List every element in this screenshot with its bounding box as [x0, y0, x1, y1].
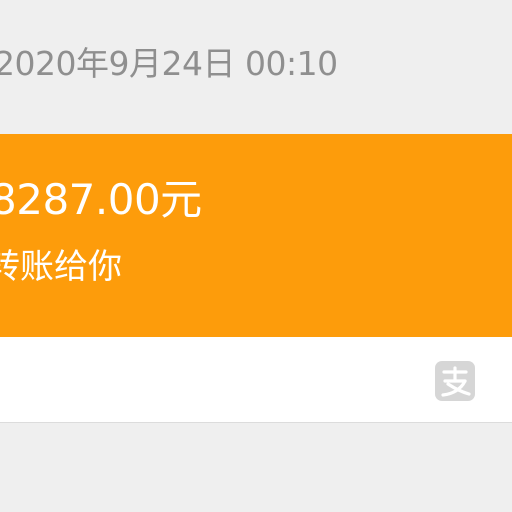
transfer-description: 转账给你 — [0, 247, 122, 287]
message-timestamp: 2020年9月24日 00:10 — [0, 44, 338, 83]
transfer-card-header[interactable]: 8287.00元 转账给你 — [0, 134, 512, 337]
alipay-icon — [435, 361, 475, 401]
transfer-card[interactable]: 8287.00元 转账给你 — [0, 134, 512, 423]
transfer-amount: 8287.00元 — [0, 175, 202, 224]
transfer-card-footer — [0, 337, 512, 423]
